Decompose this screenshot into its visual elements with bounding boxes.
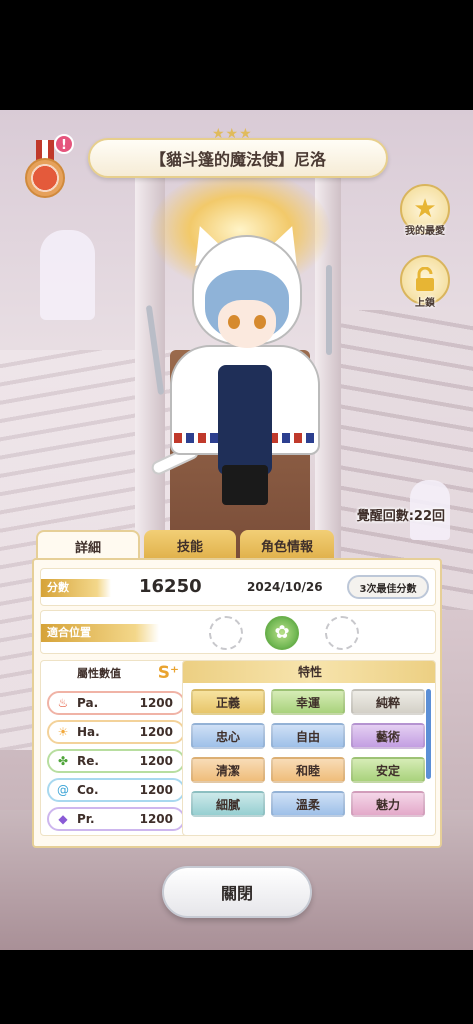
tab-character-info[interactable]: 角色情報 xyxy=(240,530,334,560)
attribute-name: Co. xyxy=(77,783,99,797)
score-row: 分數 16250 2024/10/26 3次最佳分數 xyxy=(40,568,436,606)
favorite-label: 我的最愛 xyxy=(405,226,445,237)
attribute-value: 1200 xyxy=(139,783,173,797)
character-legs xyxy=(222,465,268,505)
character-eye xyxy=(254,315,266,329)
attribute-box: 屬性數值 S⁺ ♨ Pa. 1200 ☀ Ha. 1200 ✤ Re. 1200… xyxy=(40,660,192,836)
sun-icon: ☀ xyxy=(57,725,69,739)
lock-label: 上鎖 xyxy=(415,298,435,309)
awaken-count: 覺醒回數:22回 xyxy=(356,509,445,524)
attribute-row-co: @ Co. 1200 xyxy=(47,778,185,802)
star-icon: ★ xyxy=(413,194,437,224)
position-slot-clover-icon: ✿ xyxy=(265,616,299,650)
character-eye xyxy=(228,315,240,329)
position-label: 適合位置 xyxy=(41,624,159,642)
attribute-row-pr: ◆ Pr. 1200 xyxy=(47,807,185,831)
trait-chip: 溫柔 xyxy=(271,791,345,817)
score-label: 分數 xyxy=(41,579,111,597)
clover-icon: ✤ xyxy=(57,754,69,768)
trait-chip: 細膩 xyxy=(191,791,265,817)
score-date: 2024/10/26 xyxy=(247,580,323,594)
background-window xyxy=(40,230,95,320)
attribute-name: Pr. xyxy=(77,812,95,826)
character-body xyxy=(218,365,272,475)
position-slot-empty xyxy=(325,616,359,650)
trait-header: 特性 xyxy=(183,661,435,683)
medal-disk xyxy=(25,158,65,198)
trait-chip: 清潔 xyxy=(191,757,265,783)
trait-chip: 安定 xyxy=(351,757,425,783)
trait-scrollbar[interactable] xyxy=(426,689,431,779)
best-score-button[interactable]: 3次最佳分數 xyxy=(347,575,429,599)
trait-chip: 和睦 xyxy=(271,757,345,783)
score-value: 16250 xyxy=(139,576,202,597)
close-button[interactable]: 關閉 xyxy=(162,866,312,918)
detail-panel: 分數 16250 2024/10/26 3次最佳分數 適合位置 ✿ 屬性數值 S… xyxy=(32,558,442,848)
trait-chip: 魅力 xyxy=(351,791,425,817)
card-name: 【貓斗篷的魔法使】尼洛 xyxy=(149,150,326,169)
trait-chip: 幸運 xyxy=(271,689,345,715)
rank-badge: S⁺ xyxy=(157,663,179,683)
trait-chip: 忠心 xyxy=(191,723,265,749)
attribute-row-ha: ☀ Ha. 1200 xyxy=(47,720,185,744)
alert-badge: ! xyxy=(54,134,74,154)
flame-icon: ♨ xyxy=(57,696,69,710)
trait-chip: 藝術 xyxy=(351,723,425,749)
floating-fork-icon xyxy=(326,265,332,355)
attribute-row-pa: ♨ Pa. 1200 xyxy=(47,691,185,715)
trait-chip: 純粹 xyxy=(351,689,425,715)
attribute-value: 1200 xyxy=(139,754,173,768)
attribute-value: 1200 xyxy=(139,812,173,826)
trait-chip: 正義 xyxy=(191,689,265,715)
attribute-value: 1200 xyxy=(139,725,173,739)
attribute-name: Ha. xyxy=(77,725,100,739)
tab-skills[interactable]: 技能 xyxy=(144,530,236,560)
detail-tabs: 詳細 技能 角色情報 xyxy=(36,530,334,560)
character-illustration xyxy=(145,219,340,515)
trait-box: 特性 正義 幸運 純粹忠心 自由 藝術清潔 和睦 安定細膩 溫柔 魅力 xyxy=(182,660,436,836)
diamond-icon: ◆ xyxy=(58,812,68,826)
attribute-row-re: ✤ Re. 1200 xyxy=(47,749,185,773)
character-face xyxy=(218,300,276,348)
tab-details[interactable]: 詳細 xyxy=(36,530,140,560)
attribute-name: Re. xyxy=(77,754,99,768)
attribute-name: Pa. xyxy=(77,696,99,710)
card-title-banner: 【貓斗篷的魔法使】尼洛 xyxy=(88,138,388,178)
padlock-icon xyxy=(416,267,434,291)
attribute-value: 1200 xyxy=(139,696,173,710)
trait-chip: 自由 xyxy=(271,723,345,749)
swirl-icon: @ xyxy=(57,783,69,797)
position-slot-empty xyxy=(209,616,243,650)
position-row: 適合位置 ✿ xyxy=(40,610,436,654)
